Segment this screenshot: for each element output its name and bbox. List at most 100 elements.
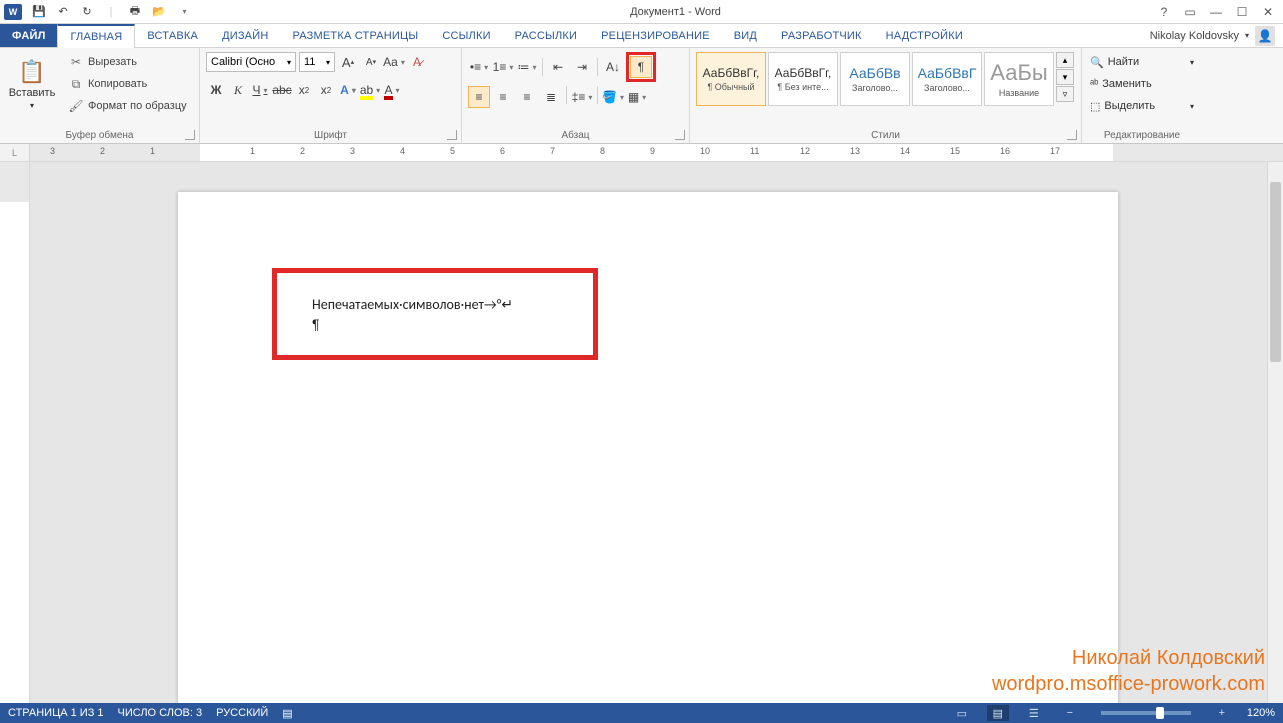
- zoom-slider-knob[interactable]: [1156, 707, 1164, 719]
- style-heading2[interactable]: АаБбВвГЗаголово...: [912, 52, 982, 106]
- ruler-tick: 6: [500, 146, 505, 156]
- view-web-icon[interactable]: ☰: [1023, 705, 1045, 721]
- tab-home[interactable]: ГЛАВНАЯ: [57, 24, 135, 48]
- replace-button[interactable]: ᵃᵇЗаменить: [1088, 74, 1196, 94]
- redo-icon[interactable]: ↻: [78, 3, 96, 21]
- status-language[interactable]: РУССКИЙ: [216, 707, 268, 719]
- borders-button[interactable]: ▦: [626, 86, 648, 108]
- paragraph-launcher[interactable]: [675, 130, 685, 140]
- font-color-button[interactable]: A: [382, 80, 402, 100]
- vertical-scrollbar[interactable]: [1267, 162, 1283, 707]
- undo-icon[interactable]: ↶: [54, 3, 72, 21]
- increase-indent-button[interactable]: ⇥: [571, 56, 593, 78]
- ruler-tick: 3: [350, 146, 355, 156]
- find-button[interactable]: 🔍Найти▾: [1088, 52, 1196, 72]
- format-painter-button[interactable]: 🖌Формат по образцу: [64, 96, 191, 116]
- group-clipboard-label: Буфер обмена: [66, 130, 134, 141]
- highlight-button[interactable]: ab: [360, 80, 380, 100]
- zoom-in-button[interactable]: +: [1211, 705, 1233, 721]
- tab-developer[interactable]: РАЗРАБОТЧИК: [769, 24, 874, 47]
- subscript-button[interactable]: x2: [294, 80, 314, 100]
- decrease-indent-button[interactable]: ⇤: [547, 56, 569, 78]
- styles-launcher[interactable]: [1067, 130, 1077, 140]
- tab-review[interactable]: РЕЦЕНЗИРОВАНИЕ: [589, 24, 722, 47]
- zoom-out-button[interactable]: −: [1059, 705, 1081, 721]
- status-words[interactable]: ЧИСЛО СЛОВ: 3: [118, 707, 203, 719]
- maximize-icon[interactable]: ☐: [1233, 3, 1251, 21]
- styles-scroll[interactable]: ▴▾▿: [1056, 52, 1074, 102]
- shrink-font-button[interactable]: A▾: [361, 52, 381, 72]
- tab-insert[interactable]: ВСТАВКА: [135, 24, 210, 47]
- vertical-ruler[interactable]: [0, 162, 30, 707]
- scrollbar-thumb[interactable]: [1270, 182, 1281, 362]
- show-hide-button[interactable]: ¶: [630, 56, 652, 78]
- ribbon-display-icon[interactable]: ▭: [1181, 3, 1199, 21]
- ruler-tick: 15: [950, 146, 960, 156]
- status-zoom[interactable]: 120%: [1247, 707, 1275, 719]
- help-icon[interactable]: ?: [1155, 3, 1173, 21]
- ruler-tick: 17: [1050, 146, 1060, 156]
- font-name-combo[interactable]: Calibri (Осно▾: [206, 52, 296, 72]
- italic-button[interactable]: К: [228, 80, 248, 100]
- ruler-tick: 3: [50, 146, 55, 156]
- view-read-icon[interactable]: ▭: [951, 705, 973, 721]
- open-icon[interactable]: 📂: [150, 3, 168, 21]
- style-nospacing[interactable]: АаБбВвГг,¶ Без инте...: [768, 52, 838, 106]
- bullets-button[interactable]: •≡: [468, 56, 490, 78]
- ruler-tick: 5: [450, 146, 455, 156]
- superscript-button[interactable]: x2: [316, 80, 336, 100]
- clear-formatting-button[interactable]: A̷: [407, 52, 427, 72]
- align-center-button[interactable]: ≡: [492, 86, 514, 108]
- font-launcher[interactable]: [447, 130, 457, 140]
- align-right-button[interactable]: ≡: [516, 86, 538, 108]
- group-styles: АаБбВвГг,¶ Обычный АаБбВвГг,¶ Без инте..…: [690, 48, 1082, 143]
- tab-file[interactable]: ФАЙЛ: [0, 24, 57, 47]
- text-effects-button[interactable]: A: [338, 80, 358, 100]
- font-size-combo[interactable]: 11▾: [299, 52, 335, 72]
- status-page[interactable]: СТРАНИЦА 1 ИЗ 1: [8, 707, 104, 719]
- status-macros-icon[interactable]: ▤: [282, 707, 292, 720]
- paste-button[interactable]: 📋 Вставить ▾: [6, 52, 58, 116]
- document-pilcrow[interactable]: ¶: [312, 316, 320, 332]
- tab-addins[interactable]: НАДСТРОЙКИ: [874, 24, 975, 47]
- account-menu[interactable]: Nikolay Koldovsky ▾ 👤: [1150, 24, 1283, 47]
- tab-references[interactable]: ССЫЛКИ: [430, 24, 502, 47]
- align-left-button[interactable]: ≡: [468, 86, 490, 108]
- view-print-icon[interactable]: ▤: [987, 705, 1009, 721]
- tab-mailings[interactable]: РАССЫЛКИ: [503, 24, 589, 47]
- cut-button[interactable]: ✂Вырезать: [64, 52, 191, 72]
- sort-button[interactable]: A↓: [602, 56, 624, 78]
- save-icon[interactable]: 💾: [30, 3, 48, 21]
- style-normal[interactable]: АаБбВвГг,¶ Обычный: [696, 52, 766, 106]
- numbering-button[interactable]: 1≡: [492, 56, 514, 78]
- tab-view[interactable]: ВИД: [722, 24, 769, 47]
- line-spacing-button[interactable]: ‡≡: [571, 86, 593, 108]
- select-button[interactable]: ⬚Выделить▾: [1088, 96, 1196, 116]
- quick-print-icon[interactable]: 🖶: [126, 3, 144, 21]
- underline-button[interactable]: Ч: [250, 80, 270, 100]
- grow-font-button[interactable]: A▴: [338, 52, 358, 72]
- copy-button[interactable]: ⧉Копировать: [64, 74, 191, 94]
- style-title[interactable]: АаБыНазвание: [984, 52, 1054, 106]
- close-icon[interactable]: ✕: [1259, 3, 1277, 21]
- strikethrough-button[interactable]: abc: [272, 80, 292, 100]
- bold-button[interactable]: Ж: [206, 80, 226, 100]
- multilevel-button[interactable]: ≔: [516, 56, 538, 78]
- minimize-icon[interactable]: —: [1207, 3, 1225, 21]
- change-case-button[interactable]: Aa: [384, 52, 404, 72]
- tab-pagelayout[interactable]: РАЗМЕТКА СТРАНИЦЫ: [280, 24, 430, 47]
- shading-button[interactable]: 🪣: [602, 86, 624, 108]
- qat-customize-icon[interactable]: [174, 3, 192, 21]
- document-text-line1[interactable]: Непечатаемых·символов·нет→°↵: [312, 296, 513, 313]
- style-heading1[interactable]: АаБбВвЗаголово...: [840, 52, 910, 106]
- tab-design[interactable]: ДИЗАЙН: [210, 24, 280, 47]
- clipboard-launcher[interactable]: [185, 130, 195, 140]
- document-canvas[interactable]: Непечатаемых·символов·нет→°↵ ¶: [30, 162, 1283, 707]
- horizontal-ruler[interactable]: 3211234567891011121314151617: [30, 144, 1283, 161]
- zoom-slider[interactable]: [1101, 711, 1191, 715]
- justify-button[interactable]: ≣: [540, 86, 562, 108]
- paste-label: Вставить: [9, 87, 56, 99]
- show-hide-highlight: ¶: [626, 52, 656, 82]
- ruler-tick: 2: [100, 146, 105, 156]
- page[interactable]: Непечатаемых·символов·нет→°↵ ¶: [178, 192, 1118, 707]
